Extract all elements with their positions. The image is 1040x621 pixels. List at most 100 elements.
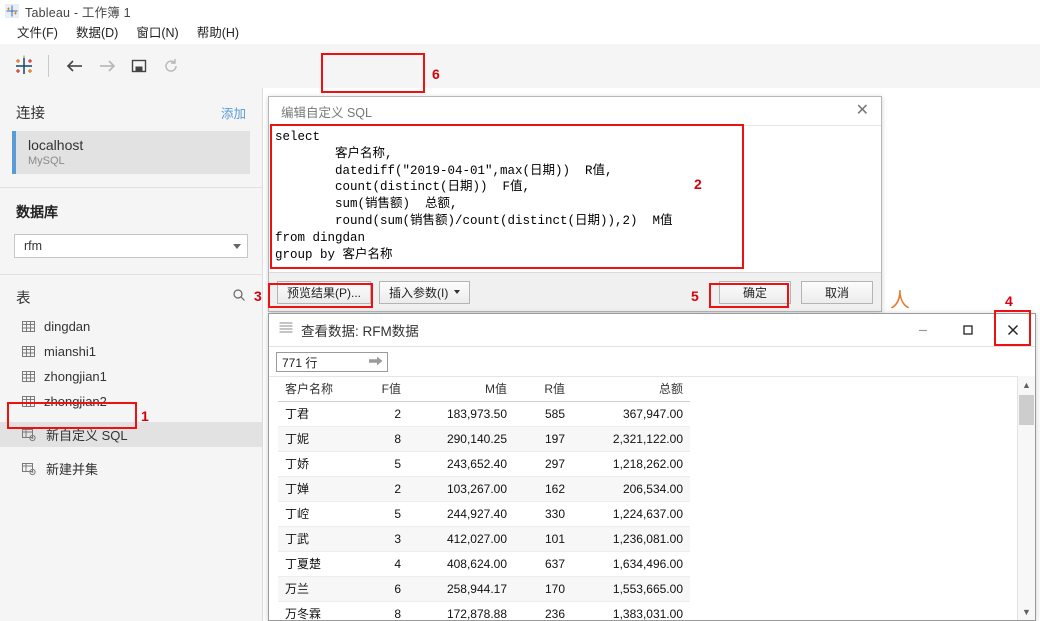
data-window-toolbar: 771 行 [269, 347, 1035, 377]
cell-f: 6 [356, 576, 408, 602]
database-select[interactable]: rfm [14, 234, 248, 258]
main-toolbar [0, 44, 1040, 89]
annotation-number-4: 4 [1005, 293, 1013, 309]
cell-total: 1,224,637.00 [572, 501, 690, 527]
search-icon[interactable] [232, 288, 246, 307]
grid-body: 丁君 2 183,973.50 585 367,947.00 丁妮 8 290,… [278, 401, 690, 620]
annotation-number-5: 5 [691, 288, 699, 304]
cell-total: 1,383,031.00 [572, 601, 690, 620]
cell-m: 172,878.88 [408, 601, 514, 620]
tableau-logo[interactable] [12, 54, 36, 78]
annotation-box-6 [321, 53, 425, 93]
cell-f: 8 [356, 426, 408, 452]
cell-name: 丁婵 [278, 476, 356, 502]
column-header[interactable]: F值 [356, 377, 408, 402]
cell-m: 244,927.40 [408, 501, 514, 527]
table-row[interactable]: 万兰 6 258,944.17 170 1,553,665.00 [278, 576, 690, 602]
menu-data[interactable]: 数据(D) [67, 22, 127, 44]
table-row[interactable]: 丁崆 5 244,927.40 330 1,224,637.00 [278, 501, 690, 527]
chevron-up-icon[interactable]: ▲ [1018, 376, 1035, 393]
table-row[interactable]: 丁夏楚 4 408,624.00 637 1,634,496.00 [278, 551, 690, 577]
cell-f: 3 [356, 526, 408, 552]
new-union-label: 新建并集 [46, 462, 99, 477]
scrollbar-thumb[interactable] [1019, 395, 1034, 425]
left-sidebar: 连接 添加 localhost MySQL 数据库 rfm 表 dingdan … [0, 88, 263, 621]
tableau-window: Tableau - 工作簿 1 文件(F) 数据(D) 窗口(N) 帮助(H) [0, 0, 1040, 621]
insert-parameter-label: 插入参数(I) [389, 285, 449, 300]
table-label: dingdan [44, 319, 91, 334]
cell-name: 万兰 [278, 576, 356, 602]
column-header[interactable]: 客户名称 [278, 377, 356, 402]
table-row[interactable]: 万冬霖 8 172,878.88 236 1,383,031.00 [278, 601, 690, 620]
cell-total: 1,218,262.00 [572, 451, 690, 477]
row-count-input[interactable]: 771 行 [276, 352, 388, 372]
refresh-icon[interactable] [157, 52, 185, 80]
annotation-number-3: 3 [254, 288, 262, 304]
minimize-icon[interactable] [900, 314, 945, 346]
cell-name: 万冬霖 [278, 601, 356, 620]
add-connection-link[interactable]: 添加 [221, 103, 246, 122]
cell-m: 408,624.00 [408, 551, 514, 577]
cell-f: 5 [356, 451, 408, 477]
connection-item-localhost[interactable]: localhost MySQL [12, 131, 250, 174]
menu-file[interactable]: 文件(F) [8, 22, 67, 44]
cell-f: 4 [356, 551, 408, 577]
cell-m: 412,027.00 [408, 526, 514, 552]
new-union-item[interactable]: 新建并集 [0, 456, 262, 481]
cell-name: 丁君 [278, 401, 356, 427]
chevron-down-icon [233, 243, 241, 249]
menu-bar: 文件(F) 数据(D) 窗口(N) 帮助(H) [0, 22, 1040, 44]
cell-total: 1,553,665.00 [572, 576, 690, 602]
cell-f: 5 [356, 501, 408, 527]
table-label: zhongjian1 [44, 369, 107, 384]
cell-m: 103,267.00 [408, 476, 514, 502]
table-label: mianshi1 [44, 344, 97, 359]
table-row[interactable]: 丁武 3 412,027.00 101 1,236,081.00 [278, 526, 690, 552]
annotation-number-6: 6 [432, 66, 440, 82]
column-header[interactable]: M值 [408, 377, 514, 402]
table-row[interactable]: 丁君 2 183,973.50 585 367,947.00 [278, 401, 690, 427]
tableau-icon [5, 4, 19, 18]
connections-header: 连接 添加 [0, 88, 262, 131]
table-row[interactable]: 丁婵 2 103,267.00 162 206,534.00 [278, 476, 690, 502]
column-header[interactable]: 总额 [572, 377, 690, 402]
insert-parameter-button[interactable]: 插入参数(I) [379, 280, 471, 304]
forward-arrow-icon[interactable] [93, 52, 121, 80]
title-bar: Tableau - 工作簿 1 [0, 0, 1040, 22]
column-header[interactable]: R值 [514, 377, 572, 402]
table-item-dingdan[interactable]: dingdan [0, 314, 262, 339]
table-item-zhongjian1[interactable]: zhongjian1 [0, 364, 262, 389]
data-viewer-window: 查看数据: RFM数据 771 行 客户名称 F值 M值 R值 总额 丁君 2 … [268, 313, 1036, 621]
cell-r: 330 [514, 501, 572, 527]
table-icon [22, 320, 35, 333]
data-grid: 客户名称 F值 M值 R值 总额 丁君 2 183,973.50 585 367… [278, 377, 690, 620]
connection-type: MySQL [28, 155, 65, 167]
arrow-right-icon[interactable] [369, 355, 383, 369]
cell-m: 258,944.17 [408, 576, 514, 602]
database-header: 数据库 [0, 188, 262, 230]
tables-title: 表 [16, 291, 31, 307]
vertical-scrollbar[interactable]: ▲ ▼ [1017, 376, 1035, 620]
cell-total: 367,947.00 [572, 401, 690, 427]
table-row[interactable]: 丁妮 8 290,140.25 197 2,321,122.00 [278, 426, 690, 452]
menu-window[interactable]: 窗口(N) [127, 22, 187, 44]
annotation-box-1 [7, 402, 137, 429]
table-row[interactable]: 丁娇 5 243,652.40 297 1,218,262.00 [278, 451, 690, 477]
cell-name: 丁夏楚 [278, 551, 356, 577]
menu-help[interactable]: 帮助(H) [188, 22, 248, 44]
cell-r: 637 [514, 551, 572, 577]
cell-name: 丁娇 [278, 451, 356, 477]
sql-dialog-titlebar: 编辑自定义 SQL ✕ [269, 97, 881, 125]
cell-r: 297 [514, 451, 572, 477]
table-item-mianshi1[interactable]: mianshi1 [0, 339, 262, 364]
chevron-down-icon[interactable]: ▼ [1018, 603, 1035, 620]
cell-name: 丁崆 [278, 501, 356, 527]
back-arrow-icon[interactable] [61, 52, 89, 80]
annotation-box-3 [268, 283, 373, 308]
cell-f: 8 [356, 601, 408, 620]
cancel-button[interactable]: 取消 [801, 280, 873, 304]
save-icon[interactable] [125, 52, 153, 80]
close-icon[interactable]: ✕ [850, 103, 875, 119]
maximize-icon[interactable] [945, 314, 990, 346]
cell-total: 1,634,496.00 [572, 551, 690, 577]
